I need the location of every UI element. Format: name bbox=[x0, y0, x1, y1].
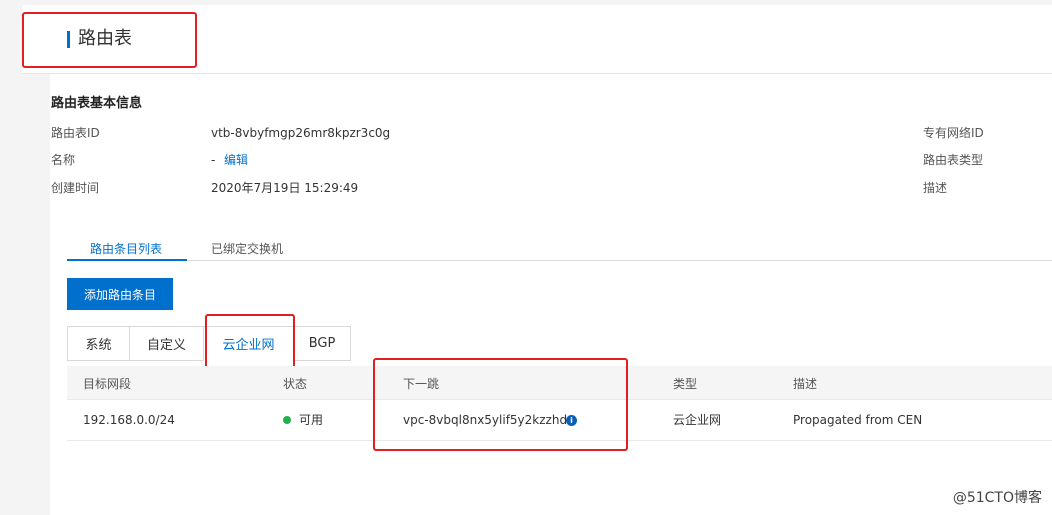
subtab-bgp[interactable]: BGP bbox=[293, 326, 351, 361]
table-header bbox=[67, 366, 1052, 400]
column-header-next-hop: 下一跳 bbox=[403, 377, 440, 391]
tab-route-entries[interactable]: 路由条目列表 bbox=[90, 241, 162, 257]
column-header-destination: 目标网段 bbox=[83, 377, 132, 391]
watermark: @51CTO博客 bbox=[952, 490, 1042, 506]
page-header bbox=[22, 5, 1052, 74]
field-label-created-time: 创建时间 bbox=[51, 181, 100, 195]
subtab-custom[interactable]: 自定义 bbox=[129, 326, 204, 361]
subtab-system[interactable]: 系统 bbox=[67, 326, 130, 361]
section-title: 路由表基本信息 bbox=[51, 96, 143, 111]
page-title: 路由表 bbox=[78, 28, 132, 49]
title-accent-bar bbox=[67, 31, 70, 48]
field-value-route-table-id: vtb-8vbyfmgp26mr8kpzr3c0g bbox=[211, 126, 391, 140]
field-label-vpc-id: 专有网络ID bbox=[923, 126, 984, 140]
field-value-created-time: 2020年7月19日 15:29:49 bbox=[211, 181, 359, 195]
tabs-divider bbox=[67, 260, 1052, 261]
cell-status: 可用 bbox=[299, 413, 324, 427]
cell-destination: 192.168.0.0/24 bbox=[83, 413, 175, 427]
column-header-description: 描述 bbox=[793, 377, 818, 391]
column-header-type: 类型 bbox=[673, 377, 698, 391]
tab-bound-vswitches[interactable]: 已绑定交换机 bbox=[211, 241, 283, 257]
field-label-description: 描述 bbox=[923, 181, 948, 195]
cell-type: 云企业网 bbox=[673, 413, 722, 427]
edit-name-link[interactable]: 编辑 bbox=[224, 152, 248, 168]
next-hop-link[interactable]: vpc-8vbql8nx5ylif5y2kzzhd bbox=[403, 412, 567, 428]
cell-description: Propagated from CEN bbox=[793, 413, 923, 427]
field-label-name: 名称 bbox=[51, 153, 76, 167]
subtab-cen[interactable]: 云企业网 bbox=[203, 326, 294, 361]
field-value-name: - bbox=[211, 153, 216, 167]
info-icon[interactable]: i bbox=[566, 415, 577, 426]
left-gutter bbox=[0, 0, 50, 515]
field-label-route-table-type: 路由表类型 bbox=[923, 153, 984, 167]
field-label-route-table-id: 路由表ID bbox=[51, 126, 100, 140]
column-header-status: 状态 bbox=[283, 377, 308, 391]
status-ok-dot bbox=[283, 416, 291, 424]
add-route-entry-button[interactable]: 添加路由条目 bbox=[67, 278, 173, 310]
active-tab-underline bbox=[67, 259, 187, 261]
